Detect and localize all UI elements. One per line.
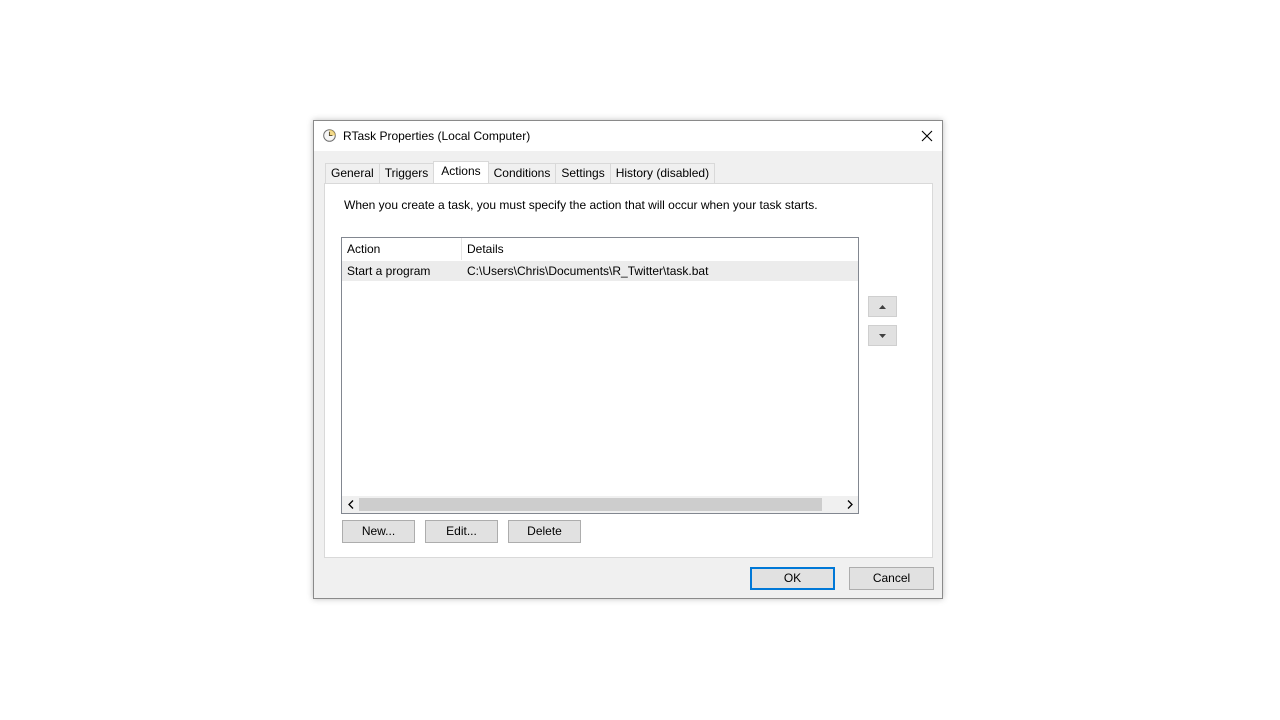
table-row[interactable]: Start a program C:\Users\Chris\Documents… <box>342 261 858 281</box>
tab-triggers[interactable]: Triggers <box>378 163 435 183</box>
actions-tab-panel: When you create a task, you must specify… <box>324 183 933 558</box>
row-action-cell: Start a program <box>347 264 431 278</box>
tab-conditions[interactable]: Conditions <box>487 163 557 183</box>
chevron-right-icon <box>847 500 853 509</box>
list-header: Action Details <box>342 238 858 260</box>
scrollbar-thumb[interactable] <box>359 498 822 511</box>
triangle-down-icon <box>879 333 886 338</box>
column-header-details[interactable]: Details <box>462 238 858 260</box>
new-button[interactable]: New... <box>342 520 415 543</box>
title-bar[interactable]: RTask Properties (Local Computer) <box>314 121 942 151</box>
task-properties-dialog: RTask Properties (Local Computer) Genera… <box>313 120 943 599</box>
actions-list[interactable]: Action Details Start a program C:\Users\… <box>341 237 859 514</box>
tab-settings[interactable]: Settings <box>555 163 611 183</box>
cancel-button[interactable]: Cancel <box>849 567 934 590</box>
close-button[interactable] <box>912 121 942 151</box>
window-title: RTask Properties (Local Computer) <box>343 129 531 143</box>
delete-button[interactable]: Delete <box>508 520 581 543</box>
scroll-right-button[interactable] <box>841 496 858 513</box>
horizontal-scrollbar[interactable] <box>342 496 858 513</box>
tab-actions[interactable]: Actions <box>433 161 489 183</box>
ok-button[interactable]: OK <box>750 567 835 590</box>
close-icon <box>921 130 933 142</box>
tab-strip: General Triggers Actions Conditions Sett… <box>325 161 716 183</box>
scroll-left-button[interactable] <box>342 496 359 513</box>
triangle-up-icon <box>879 304 886 309</box>
tab-general[interactable]: General <box>325 163 380 183</box>
actions-description: When you create a task, you must specify… <box>344 198 818 212</box>
move-up-button[interactable] <box>868 296 897 317</box>
column-header-action[interactable]: Action <box>342 238 462 260</box>
move-down-button[interactable] <box>868 325 897 346</box>
row-details-cell: C:\Users\Chris\Documents\R_Twitter\task.… <box>467 264 709 278</box>
tab-history[interactable]: History (disabled) <box>609 163 716 183</box>
chevron-left-icon <box>347 500 353 509</box>
edit-button[interactable]: Edit... <box>425 520 498 543</box>
clock-icon <box>323 129 336 142</box>
